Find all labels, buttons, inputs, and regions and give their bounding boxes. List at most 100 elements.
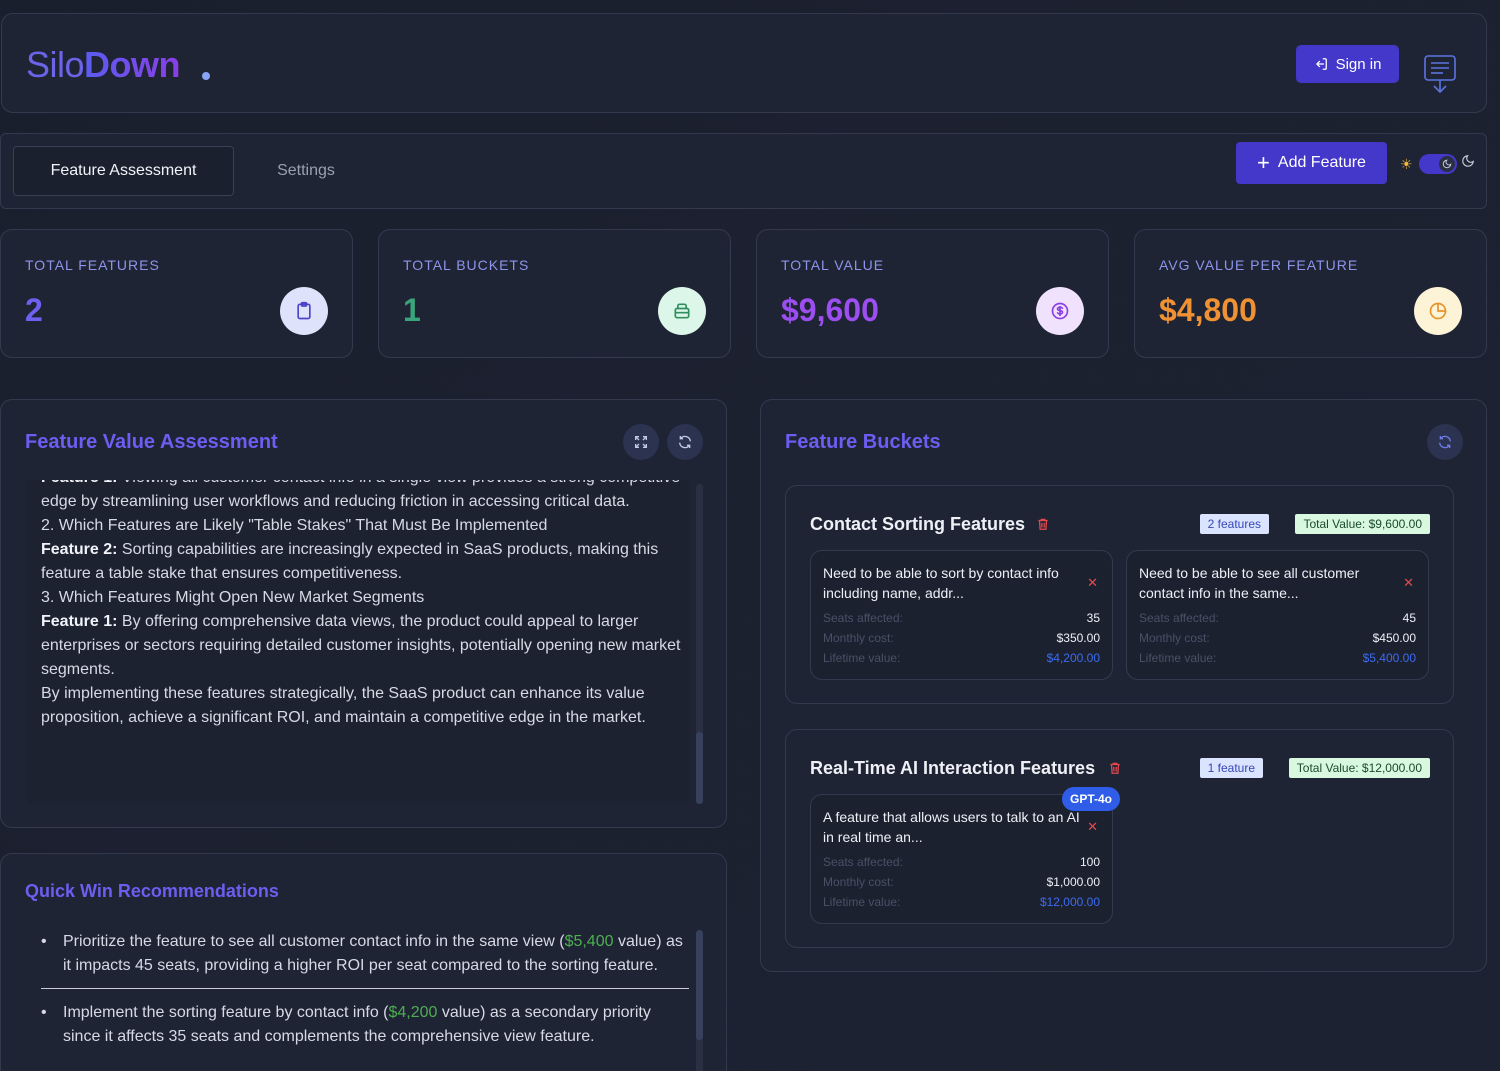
quick-win-list: Prioritize the feature to see all custom… [41,930,689,1059]
buckets-title: Feature Buckets [785,431,941,453]
trash-icon[interactable] [1108,760,1122,776]
dollar-icon [1036,287,1084,335]
assessment-line: Feature 2: Sorting capabilities are incr… [41,538,681,586]
scrollbar-thumb[interactable] [696,732,703,804]
clipboard-icon [280,287,328,335]
logo-part-silo: Silo [26,44,85,85]
quick-win-title: Quick Win Recommendations [25,881,279,901]
feature-value-assessment-panel: Feature Value Assessment Feature 1: View… [0,399,727,828]
stat-value: 2 [25,292,43,328]
feature-description: Need to be able to see all customer cont… [1139,565,1360,601]
monthly-cost-row: Monthly cost: $450.00 [1139,631,1416,645]
bucket-title: Contact Sorting Features [810,514,1026,534]
remove-feature-close-icon[interactable]: ✕ [1087,819,1098,835]
tab-settings[interactable]: Settings [246,146,366,196]
stat-value: 1 [403,292,421,328]
stat-card-avg-value: AVG VALUE PER FEATURE $4,800 [1134,229,1487,358]
stat-value: $4,800 [1159,292,1257,328]
feature-card[interactable]: Need to be able to sort by contact info … [810,550,1113,680]
bucket-icon [658,287,706,335]
lifetime-value-row: Lifetime value: $4,200.00 [823,651,1100,665]
expand-button[interactable] [623,424,659,460]
assessment-line-text: 3. Which Features Might Open New Market … [41,589,425,606]
stat-label: TOTAL BUCKETS [403,257,530,273]
assessment-line-text: 2. Which Features are Likely "Table Stak… [41,517,548,534]
logo[interactable]: SiloDown [26,44,181,86]
list-item: Implement the sorting feature by contact… [41,988,689,1059]
quick-win-scrollbar[interactable] [696,930,703,1071]
moon-icon [1462,155,1474,167]
tab-feature-assessment[interactable]: Feature Assessment [13,146,234,196]
assessment-line-text: By implementing these features strategic… [41,685,646,726]
assessment-line: 2. Which Features are Likely "Table Stak… [41,514,681,538]
assessment-line: 3. Which Features Might Open New Market … [41,586,681,610]
stat-card-total-buckets: TOTAL BUCKETS 1 [378,229,731,358]
plus-icon: + [1257,150,1270,175]
app-header: SiloDown Sign in [1,13,1487,113]
total-value-badge: Total Value: $12,000.00 [1288,758,1430,778]
recommendation-value: $4,200 [388,1004,438,1021]
expand-icon [635,436,647,448]
tabs-bar: Feature Assessment Settings + Add Featur… [0,133,1487,209]
total-value-badge: Total Value: $9,600.00 [1295,514,1430,534]
moon-small-icon [1442,159,1452,169]
stat-label: TOTAL VALUE [781,257,885,273]
sign-in-button[interactable]: Sign in [1296,45,1399,83]
logo-dot [202,72,210,80]
assessment-line-text: Viewing all customer contact info in a s… [41,480,680,510]
stat-value: $9,600 [781,292,879,328]
assessment-line-label: Feature 1: [41,613,118,630]
assessment-line: Feature 1: By offering comprehensive dat… [41,610,681,682]
seats-row: Seats affected: 100 [823,855,1100,869]
assessment-scrollbar[interactable] [696,484,703,804]
feature-count-badge: 1 feature [1199,758,1263,778]
recommendation-text: Prioritize the feature to see all custom… [63,933,565,950]
stat-label: TOTAL FEATURES [25,257,160,273]
scrollbar-thumb[interactable] [696,930,703,1040]
sign-in-icon [1315,58,1327,70]
recommendation-text: Implement the sorting feature by contact… [63,1004,389,1021]
stat-card-total-value: TOTAL VALUE $9,600 [756,229,1109,358]
pie-chart-icon [1414,287,1462,335]
feature-count-badge: 2 features [1199,514,1269,534]
assessment-line-text: By offering comprehensive data views, th… [41,613,681,678]
refresh-buckets-button[interactable] [1427,424,1463,460]
theme-toggle[interactable] [1419,154,1457,174]
refresh-icon [1439,435,1451,449]
assessment-line: Feature 1: Viewing all customer contact … [41,480,681,514]
trash-icon[interactable] [1036,516,1050,532]
monthly-cost-row: Monthly cost: $1,000.00 [823,875,1100,889]
assessment-line-text: Sorting capabilities are increasingly ex… [41,541,659,582]
feature-card[interactable]: GPT-4o A feature that allows users to ta… [810,787,1120,924]
assessment-line: By implementing these features strategic… [41,682,681,730]
monthly-cost-row: Monthly cost: $350.00 [823,631,1100,645]
add-feature-button[interactable]: + Add Feature [1236,142,1387,184]
remove-feature-close-icon[interactable]: ✕ [1087,575,1098,591]
toggle-knob [1439,156,1455,172]
remove-feature-close-icon[interactable]: ✕ [1403,575,1414,591]
sign-in-label: Sign in [1335,55,1382,73]
lifetime-value-row: Lifetime value: $5,400.00 [1139,651,1416,665]
stat-label: AVG VALUE PER FEATURE [1159,257,1359,273]
assessment-content[interactable]: Feature 1: Viewing all customer contact … [27,480,689,804]
bucket-card: Real-Time AI Interaction Features 1 feat… [785,729,1454,948]
refresh-icon [679,435,691,449]
quick-win-panel: Quick Win Recommendations Prioritize the… [0,853,727,1071]
bucket-title: Real-Time AI Interaction Features [810,758,1096,778]
list-item: Prioritize the feature to see all custom… [41,930,689,988]
recommendation-value: $5,400 [564,933,614,950]
logo-part-down: Down [84,44,181,85]
sun-icon: ☀ [1400,156,1413,172]
stat-card-total-features: TOTAL FEATURES 2 [0,229,353,358]
feature-card[interactable]: Need to be able to see all customer cont… [1126,550,1429,680]
assessment-text: Feature 1: Viewing all customer contact … [41,480,681,730]
bucket-card: Contact Sorting Features 2 features Tota… [785,485,1454,704]
feature-description: Need to be able to sort by contact info … [823,565,1059,601]
install-download-icon[interactable] [1423,55,1457,95]
lifetime-value-row: Lifetime value: $12,000.00 [823,895,1100,909]
refresh-assessment-button[interactable] [667,424,703,460]
seats-row: Seats affected: 45 [1139,611,1416,625]
assessment-title: Feature Value Assessment [25,431,278,453]
assessment-line-label: Feature 1: [41,480,117,486]
feature-buckets-panel: Feature Buckets Contact Sorting Features… [760,399,1487,972]
